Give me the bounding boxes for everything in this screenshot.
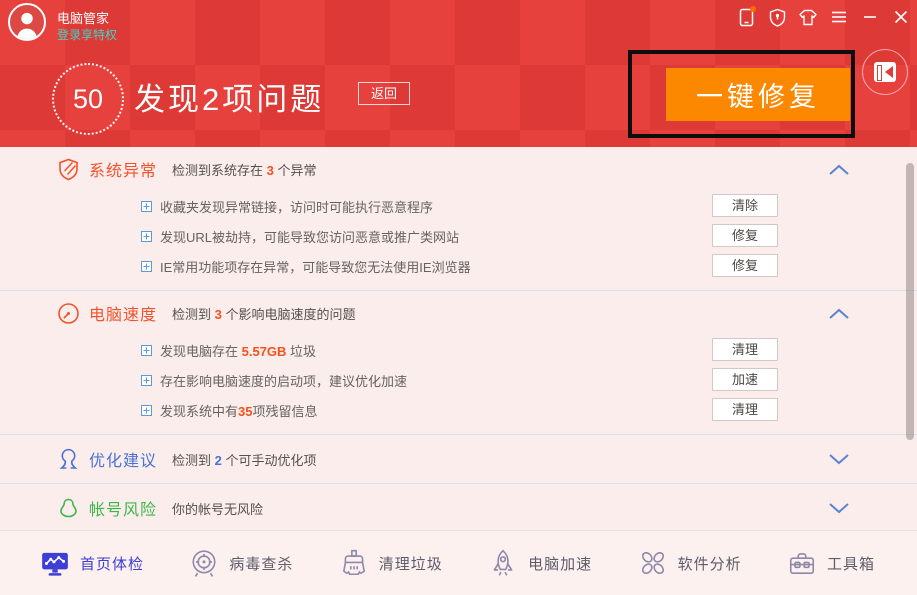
section-speed-items: 发现电脑存在 5.57GB 垃圾 清理 存在影响电脑速度的启动项，建议优化加速 …	[0, 335, 917, 434]
section-title: 优化建议	[89, 447, 157, 471]
person-silhouette-icon	[10, 9, 44, 39]
repair-button[interactable]: 修复	[712, 254, 778, 277]
shield-icon[interactable]	[767, 7, 787, 27]
nav-label: 病毒查杀	[229, 553, 293, 574]
desc-text: 检测到	[172, 453, 215, 468]
notification-dot	[750, 6, 756, 12]
nav-pc-speedup[interactable]: 电脑加速	[488, 548, 592, 578]
desc-text: 个异常	[274, 163, 317, 178]
health-score: 50	[52, 63, 124, 135]
nav-clean-junk[interactable]: 清理垃圾	[339, 548, 443, 578]
section-desc: 检测到 3 个影响电脑速度的问题	[172, 304, 355, 323]
section-desc: 你的帐号无风险	[172, 499, 263, 518]
shield-hatched-icon	[57, 158, 80, 181]
speedup-button[interactable]: 加速	[712, 368, 778, 391]
issues-list: 系统异常 检测到系统存在 3 个异常 收藏夹发现异常链接，访问时可能执行恶意程序…	[0, 147, 917, 532]
desc-text: 个影响电脑速度的问题	[222, 307, 356, 322]
expand-plus-icon[interactable]	[141, 345, 152, 356]
expand-plus-icon[interactable]	[141, 405, 152, 416]
desc-count: 3	[215, 307, 222, 322]
mobile-icon[interactable]	[736, 7, 756, 27]
chevron-up-icon[interactable]	[828, 163, 850, 176]
person-outline-icon	[57, 448, 80, 471]
desc-count: 2	[215, 453, 222, 468]
desc-count: 3	[267, 163, 274, 178]
issue-row: 收藏夹发现异常链接，访问时可能执行恶意程序 清除	[0, 191, 917, 221]
issue-text: 发现URL被劫持，可能导致您访问恶意或推广类网站	[160, 227, 459, 246]
qq-penguin-icon	[57, 497, 80, 520]
rocket-icon	[488, 548, 518, 578]
toolbox-icon	[787, 548, 817, 578]
issue-text: 存在影响电脑速度的启动项，建议优化加速	[160, 371, 407, 390]
nav-toolbox[interactable]: 工具箱	[787, 548, 875, 578]
issue-text: 收藏夹发现异常链接，访问时可能执行恶意程序	[160, 197, 433, 216]
issue-row: 发现电脑存在 5.57GB 垃圾 清理	[0, 335, 917, 365]
collapse-panel-button[interactable]	[862, 49, 908, 95]
nav-virus-scan[interactable]: 病毒查杀	[189, 548, 293, 578]
issue-row: IE常用功能项存在异常，可能导致您无法使用IE浏览器 修复	[0, 251, 917, 281]
clean-button[interactable]: 清理	[712, 338, 778, 361]
issue-text: IE常用功能项存在异常，可能导致您无法使用IE浏览器	[160, 257, 471, 276]
desc-text: 检测到	[172, 307, 215, 322]
section-pc-speed[interactable]: 电脑速度 检测到 3 个影响电脑速度的问题	[0, 291, 917, 335]
nav-label: 首页体检	[80, 553, 144, 574]
issue-row: 发现URL被劫持，可能导致您访问恶意或推广类网站 修复	[0, 221, 917, 251]
virus-target-icon	[189, 548, 219, 578]
shirt-skin-icon[interactable]	[798, 7, 818, 27]
section-optimize-suggestions[interactable]: 优化建议 检测到 2 个可手动优化项	[0, 435, 917, 483]
broom-icon	[339, 548, 369, 578]
login-link[interactable]: 登录享特权	[57, 26, 117, 43]
nav-home-checkup[interactable]: 首页体检	[40, 548, 144, 578]
panel-collapse-icon	[874, 62, 896, 82]
section-title: 帐号风险	[89, 496, 157, 520]
issue-row: 发现系统中有35项残留信息 清理	[0, 395, 917, 425]
chevron-down-icon[interactable]	[828, 502, 850, 515]
nav-software-analysis[interactable]: 软件分析	[638, 548, 742, 578]
speed-gauge-icon	[57, 302, 80, 325]
avatar[interactable]	[8, 3, 46, 41]
clover-icon	[638, 548, 668, 578]
app-title: 电脑管家	[57, 8, 109, 27]
nav-label: 软件分析	[678, 553, 742, 574]
back-button[interactable]: 返回	[358, 82, 410, 105]
expand-plus-icon[interactable]	[141, 201, 152, 212]
scan-result-headline: 发现2项问题	[134, 74, 324, 119]
close-icon[interactable]	[891, 7, 911, 27]
bottom-navigation: 首页体检 病毒查杀 清理	[0, 530, 917, 595]
health-score-value: 50	[73, 84, 103, 115]
section-desc: 检测到 2 个可手动优化项	[172, 450, 316, 469]
nav-label: 清理垃圾	[379, 553, 443, 574]
clean-button[interactable]: 清理	[712, 398, 778, 421]
section-title: 系统异常	[89, 157, 157, 181]
monitor-chart-icon	[40, 548, 70, 578]
desc-text: 检测到系统存在	[172, 163, 267, 178]
nav-label: 电脑加速	[528, 553, 592, 574]
window-controls	[736, 6, 911, 28]
section-system-items: 收藏夹发现异常链接，访问时可能执行恶意程序 清除 发现URL被劫持，可能导致您访…	[0, 191, 917, 290]
section-title: 电脑速度	[89, 301, 157, 325]
expand-plus-icon[interactable]	[141, 375, 152, 386]
chevron-down-icon[interactable]	[828, 453, 850, 466]
section-system-anomaly[interactable]: 系统异常 检测到系统存在 3 个异常	[0, 147, 917, 191]
expand-plus-icon[interactable]	[141, 231, 152, 242]
issue-row: 存在影响电脑速度的启动项，建议优化加速 加速	[0, 365, 917, 395]
clean-button[interactable]: 清除	[712, 194, 778, 217]
expand-plus-icon[interactable]	[141, 261, 152, 272]
section-account-risk[interactable]: 帐号风险 你的帐号无风险	[0, 484, 917, 532]
issue-text: 发现系统中有35项残留信息	[160, 401, 318, 420]
desc-text: 个可手动优化项	[222, 453, 317, 468]
chevron-up-icon[interactable]	[828, 307, 850, 320]
menu-icon[interactable]	[829, 7, 849, 27]
issue-text: 发现电脑存在 5.57GB 垃圾	[160, 341, 316, 360]
nav-label: 工具箱	[827, 553, 875, 574]
repair-button[interactable]: 修复	[712, 224, 778, 247]
desc-text: 你的帐号无风险	[172, 502, 263, 517]
scrollbar-thumb[interactable]	[906, 163, 914, 440]
minimize-icon[interactable]	[860, 7, 880, 27]
pc-manager-window: 电脑管家 登录享特权	[0, 0, 917, 595]
header: 电脑管家 登录享特权	[0, 0, 917, 147]
section-desc: 检测到系统存在 3 个异常	[172, 160, 316, 179]
one-click-fix-button[interactable]: 一键修复	[666, 68, 850, 121]
